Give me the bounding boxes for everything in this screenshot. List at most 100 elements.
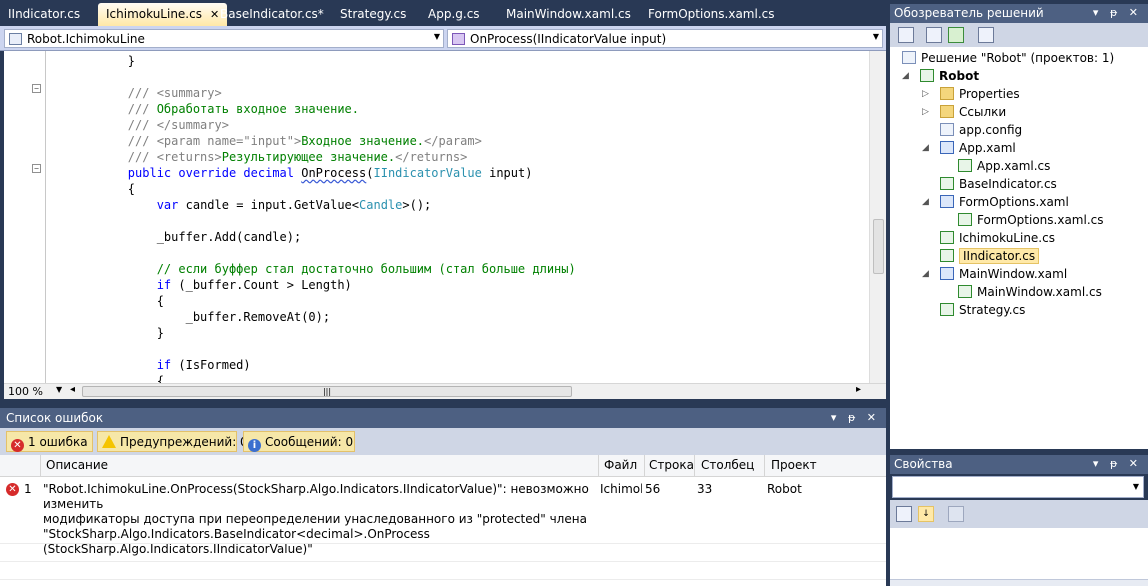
- scrollbar-thumb[interactable]: [873, 219, 884, 274]
- code-line[interactable]: /// <returns>Результирующее значение.</r…: [70, 149, 468, 165]
- info-icon: i: [248, 439, 261, 452]
- column-file[interactable]: Файл: [604, 458, 637, 472]
- tab-document[interactable]: FormOptions.xaml.cs: [640, 3, 783, 26]
- properties-object-combo[interactable]: ▼: [892, 476, 1144, 498]
- tree-item[interactable]: Решение "Robot" (проектов: 1): [902, 49, 1114, 67]
- code-line[interactable]: /// <summary>: [70, 85, 222, 101]
- code-line[interactable]: {: [70, 181, 135, 197]
- tab-document[interactable]: App.g.cs: [420, 3, 488, 26]
- tree-item[interactable]: App.xaml: [940, 139, 1016, 157]
- tree-item[interactable]: Properties: [940, 85, 1020, 103]
- code-line[interactable]: {: [70, 373, 164, 383]
- vertical-scrollbar[interactable]: [869, 51, 886, 383]
- collapse-icon[interactable]: ◢: [922, 269, 929, 279]
- expand-icon[interactable]: ▷: [922, 89, 929, 99]
- code-token: public: [127, 166, 172, 180]
- member-combo[interactable]: OnProcess(IIndicatorValue input) ▼: [447, 29, 883, 48]
- code-token: candle = input.GetValue<: [178, 198, 360, 212]
- code-line[interactable]: }: [70, 53, 135, 69]
- horizontal-scrollbar-thumb[interactable]: |||: [82, 386, 572, 397]
- messages-filter-button[interactable]: i Сообщений: 0: [243, 431, 355, 452]
- panel-window-controls[interactable]: ▾ ᵽ ✕: [1093, 457, 1142, 470]
- editor-gutter: [4, 51, 48, 383]
- code-line[interactable]: /// </summary>: [70, 117, 229, 133]
- tree-item[interactable]: IIndicator.cs: [940, 247, 1040, 265]
- code-token: ///: [70, 150, 157, 164]
- scroll-right-icon[interactable]: ▸: [856, 384, 861, 395]
- scroll-left-icon[interactable]: ◂: [70, 384, 75, 395]
- tab-document[interactable]: IchimokuLine.cs ✕: [98, 3, 228, 26]
- expand-icon[interactable]: ▷: [922, 107, 929, 117]
- property-pages-icon[interactable]: [948, 506, 964, 522]
- tab-document[interactable]: Strategy.cs: [332, 3, 414, 26]
- code-editor[interactable]: − − } /// <summary> /// Обработать входн…: [4, 51, 886, 383]
- tree-item-label: FormOptions.xaml: [959, 195, 1069, 209]
- properties-description-splitter[interactable]: [890, 579, 1148, 586]
- code-line[interactable]: if (IsFormed): [70, 357, 251, 373]
- code-token: {: [70, 294, 164, 308]
- collapse-icon[interactable]: −: [32, 84, 41, 93]
- column-line[interactable]: Строка: [649, 458, 694, 472]
- tree-item[interactable]: Robot: [920, 67, 979, 85]
- collapse-icon[interactable]: −: [32, 164, 41, 173]
- code-line[interactable]: // если буффер стал достаточно большим (…: [70, 261, 576, 277]
- chevron-down-icon[interactable]: ▼: [1133, 482, 1139, 491]
- code-line[interactable]: _buffer.RemoveAt(0);: [70, 309, 331, 325]
- tree-item[interactable]: FormOptions.xaml: [940, 193, 1069, 211]
- error-list-toolbar: ✕ 1 ошибка Предупреждений: 0 i Сообщений: …: [0, 428, 886, 455]
- errors-filter-button[interactable]: ✕ 1 ошибка: [6, 431, 93, 452]
- panel-window-controls[interactable]: ▾ ᵽ ✕: [1093, 6, 1142, 19]
- code-line[interactable]: {: [70, 293, 164, 309]
- code-token: <summary>: [156, 86, 222, 100]
- show-all-files-icon[interactable]: [926, 27, 942, 43]
- tab-document[interactable]: IIndicator.cs: [0, 3, 88, 26]
- code-token: ///: [70, 102, 157, 116]
- warnings-filter-button[interactable]: Предупреждений: 0: [97, 431, 248, 452]
- tree-item[interactable]: app.config: [940, 121, 1022, 139]
- tree-item[interactable]: IchimokuLine.cs: [940, 229, 1055, 247]
- code-token: Входное значение.: [301, 134, 425, 148]
- alphabetical-sort-icon[interactable]: ↓: [918, 506, 934, 522]
- type-combo[interactable]: Robot.IchimokuLine ▼: [4, 29, 444, 48]
- tab-document[interactable]: BaseIndicator.cs*: [212, 3, 332, 26]
- column-description[interactable]: Описание: [46, 458, 108, 472]
- folder-icon: [940, 105, 954, 118]
- tab-document[interactable]: MainWindow.xaml.cs: [498, 3, 639, 26]
- folder-icon: [940, 87, 954, 100]
- chevron-down-icon[interactable]: ▼: [56, 385, 62, 394]
- tree-item[interactable]: FormOptions.xaml.cs: [958, 211, 1104, 229]
- code-line[interactable]: _buffer.Add(candle);: [70, 229, 302, 245]
- column-column[interactable]: Столбец: [701, 458, 754, 472]
- tree-item[interactable]: Strategy.cs: [940, 301, 1025, 319]
- code-line[interactable]: public override decimal OnProcess(IIndic…: [70, 165, 533, 181]
- collapse-icon[interactable]: ◢: [922, 197, 929, 207]
- collapse-icon[interactable]: ◢: [902, 71, 909, 81]
- tab-label: IIndicator.cs: [8, 7, 81, 21]
- refresh-icon[interactable]: [948, 27, 964, 43]
- warnings-filter-label: Предупреждений: 0: [120, 435, 248, 449]
- column-project[interactable]: Проект: [771, 458, 817, 472]
- code-token: input): [481, 166, 533, 180]
- zoom-level[interactable]: 100 %: [8, 385, 43, 398]
- tree-item-label: Robot: [939, 69, 980, 83]
- panel-window-controls[interactable]: ▾ ᵽ ✕: [831, 411, 880, 424]
- collapse-icon[interactable]: ◢: [922, 143, 929, 153]
- tree-item[interactable]: MainWindow.xaml.cs: [958, 283, 1102, 301]
- tree-item[interactable]: BaseIndicator.cs: [940, 175, 1057, 193]
- properties-icon[interactable]: [898, 27, 914, 43]
- chevron-down-icon[interactable]: ▼: [873, 32, 879, 41]
- code-line[interactable]: var candle = input.GetValue<Candle>();: [70, 197, 432, 213]
- tree-item[interactable]: Ссылки: [940, 103, 1006, 121]
- view-code-icon[interactable]: [978, 27, 994, 43]
- chevron-down-icon[interactable]: ▼: [434, 32, 440, 41]
- categorized-icon[interactable]: [896, 506, 912, 522]
- tree-item[interactable]: App.xaml.cs: [958, 157, 1050, 175]
- code-line[interactable]: /// Обработать входное значение.: [70, 101, 359, 117]
- tree-item[interactable]: MainWindow.xaml: [940, 265, 1067, 283]
- code-line[interactable]: if (_buffer.Count > Length): [70, 277, 352, 293]
- code-line[interactable]: }: [70, 325, 164, 341]
- code-line[interactable]: /// <param name="input">Входное значение…: [70, 133, 482, 149]
